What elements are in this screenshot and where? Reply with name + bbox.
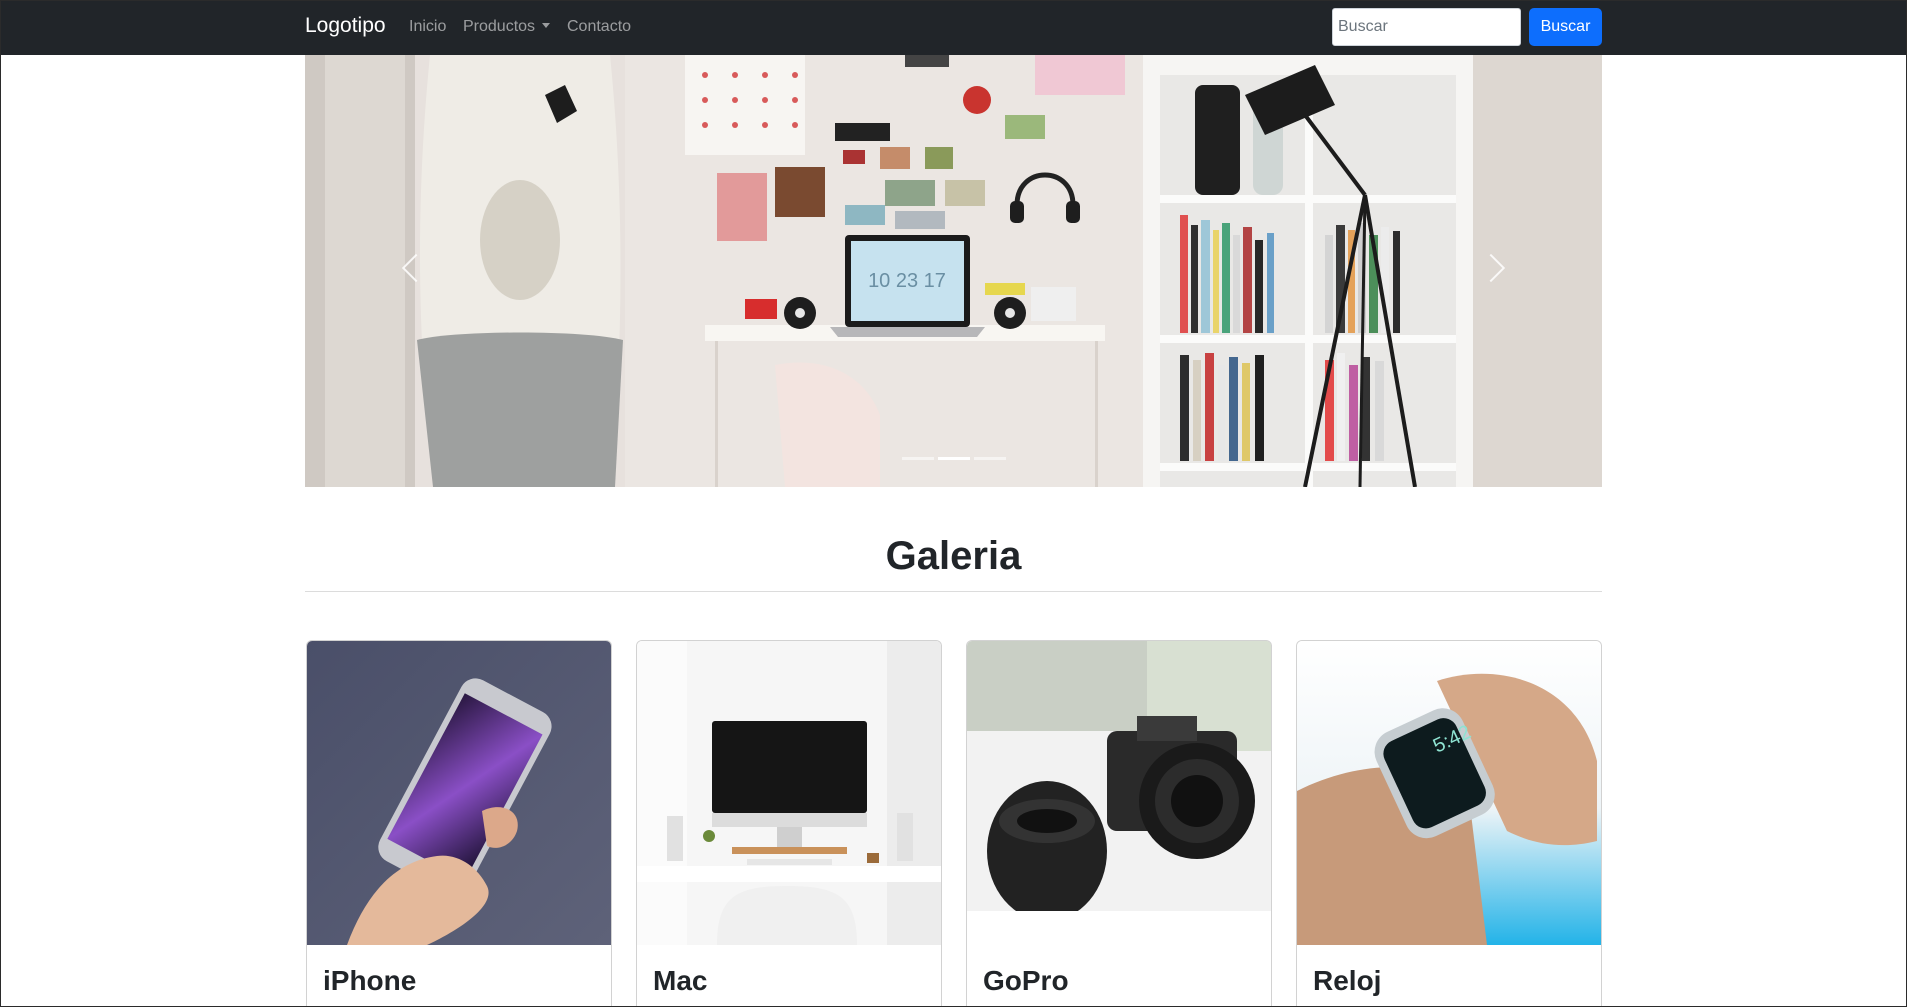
nav-dropdown-label: Productos xyxy=(463,18,536,35)
card-title: GoPro xyxy=(983,965,1069,996)
search-input[interactable] xyxy=(1332,8,1521,46)
mac-image xyxy=(637,641,941,945)
card-title: Reloj xyxy=(1313,965,1382,996)
card-title: iPhone xyxy=(323,965,417,996)
carousel-next-button[interactable] xyxy=(1402,55,1602,487)
chevron-right-icon xyxy=(1476,253,1506,283)
caret-down-icon xyxy=(542,23,551,28)
section-divider xyxy=(305,591,1602,592)
nav-link-contacto[interactable]: Contacto xyxy=(567,18,631,36)
gallery-card-iphone[interactable]: iPhone xyxy=(306,640,612,1006)
top-navbar: Logotipo Inicio Productos Contacto Busca… xyxy=(1,1,1906,55)
camera-image xyxy=(967,641,1271,945)
watch-image: 5:42 xyxy=(1297,641,1601,945)
hero-carousel: 10 23 17 xyxy=(305,55,1602,487)
brand-logo[interactable]: Logotipo xyxy=(305,14,386,38)
search-button[interactable]: Buscar xyxy=(1529,8,1602,46)
carousel-indicators xyxy=(902,457,1006,463)
nav-link-inicio[interactable]: Inicio xyxy=(409,18,446,36)
gallery-card-mac[interactable]: Mac xyxy=(636,640,942,1006)
nav-dropdown-productos[interactable]: Productos xyxy=(463,18,551,36)
carousel-prev-button[interactable] xyxy=(305,55,505,487)
carousel-indicator[interactable] xyxy=(974,457,1006,460)
page-frame: Logotipo Inicio Productos Contacto Busca… xyxy=(0,0,1907,1007)
card-title: Mac xyxy=(653,965,708,996)
carousel-indicator[interactable] xyxy=(902,457,934,460)
gallery-heading: Galeria xyxy=(885,534,1022,578)
carousel-indicator[interactable] xyxy=(938,457,970,460)
laptop-clock-text: 10 23 17 xyxy=(868,270,946,292)
iphone-image xyxy=(307,641,611,945)
gallery-card-gopro[interactable]: GoPro xyxy=(966,640,1272,1006)
gallery-card-reloj[interactable]: 5:42 Reloj xyxy=(1296,640,1602,1006)
chevron-left-icon xyxy=(401,253,431,283)
